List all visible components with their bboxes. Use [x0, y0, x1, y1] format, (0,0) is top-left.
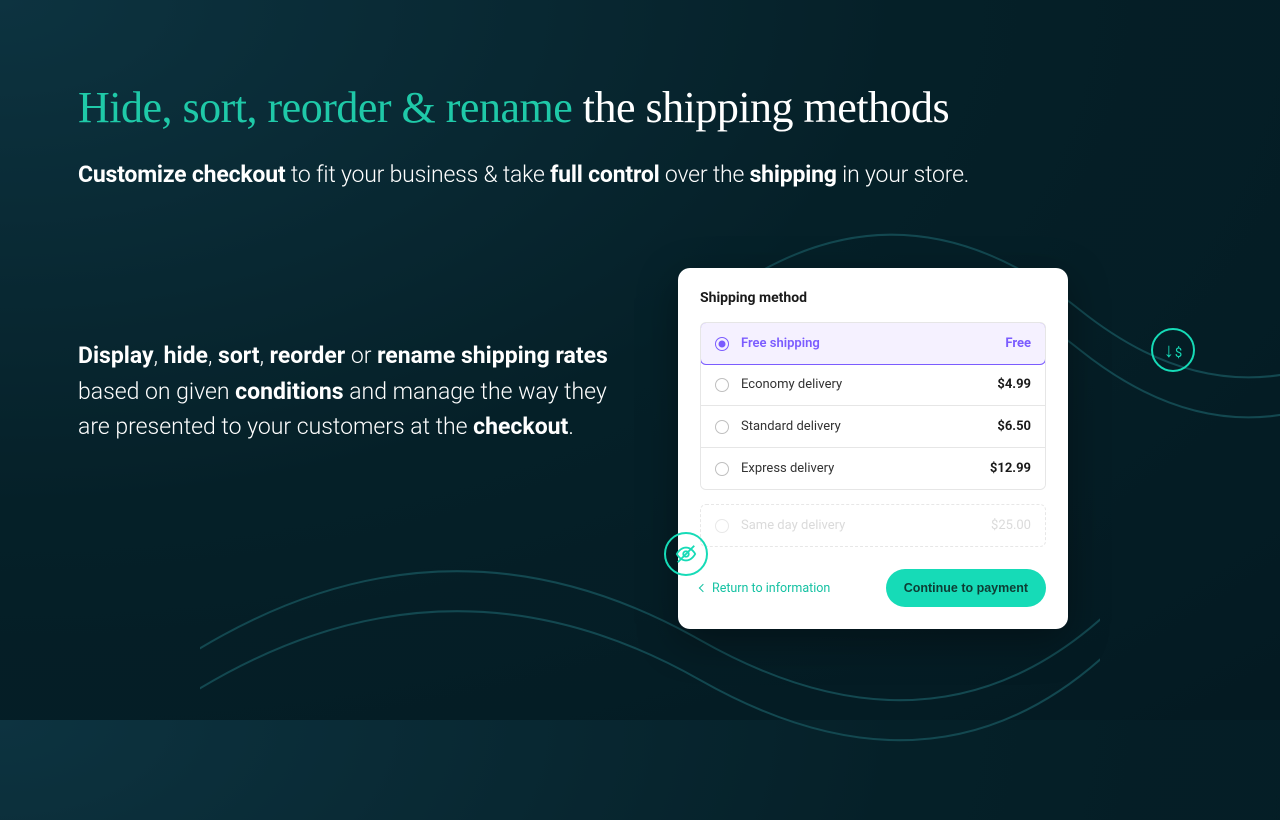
body-copy: Display, hide, sort, reorder or rename s… [78, 338, 638, 445]
chevron-left-icon [699, 584, 707, 592]
option-label: Economy delivery [741, 377, 997, 392]
radio-icon [715, 378, 729, 392]
headline-highlight: Hide, sort, reorder & rename [78, 83, 572, 132]
shipping-option-hidden: Same day delivery $25.00 [700, 504, 1046, 547]
continue-to-payment-button[interactable]: Continue to payment [886, 569, 1046, 607]
option-label: Free shipping [741, 336, 1005, 351]
option-label: Standard delivery [741, 419, 997, 434]
radio-icon [715, 519, 729, 533]
shipping-option-economy[interactable]: Economy delivery $4.99 [701, 364, 1045, 406]
radio-icon [715, 462, 729, 476]
headline-rest: the shipping methods [572, 83, 949, 132]
shipping-option-standard[interactable]: Standard delivery $6.50 [701, 406, 1045, 448]
option-price: $6.50 [997, 419, 1031, 434]
subheadline: Customize checkout to fit your business … [78, 161, 1202, 188]
shipping-options-list: Free shipping Free Economy delivery $4.9… [700, 322, 1046, 490]
shipping-option-express[interactable]: Express delivery $12.99 [701, 448, 1045, 489]
option-label: Express delivery [741, 461, 990, 476]
shipping-method-card: Shipping method Free shipping Free Econo… [678, 268, 1068, 629]
back-link-label: Return to information [712, 581, 830, 596]
eye-off-icon [664, 532, 708, 576]
option-price: Free [1005, 336, 1031, 351]
card-title: Shipping method [700, 290, 1046, 306]
sort-price-icon: ↓$ [1151, 328, 1195, 372]
radio-icon [715, 337, 729, 351]
headline: Hide, sort, reorder & rename the shippin… [78, 82, 1202, 133]
option-price: $4.99 [997, 377, 1031, 392]
return-to-information-link[interactable]: Return to information [700, 581, 830, 596]
radio-icon [715, 420, 729, 434]
option-label: Same day delivery [741, 518, 991, 533]
option-price: $25.00 [991, 518, 1031, 533]
shipping-option-free[interactable]: Free shipping Free [700, 322, 1046, 365]
option-price: $12.99 [990, 461, 1031, 476]
